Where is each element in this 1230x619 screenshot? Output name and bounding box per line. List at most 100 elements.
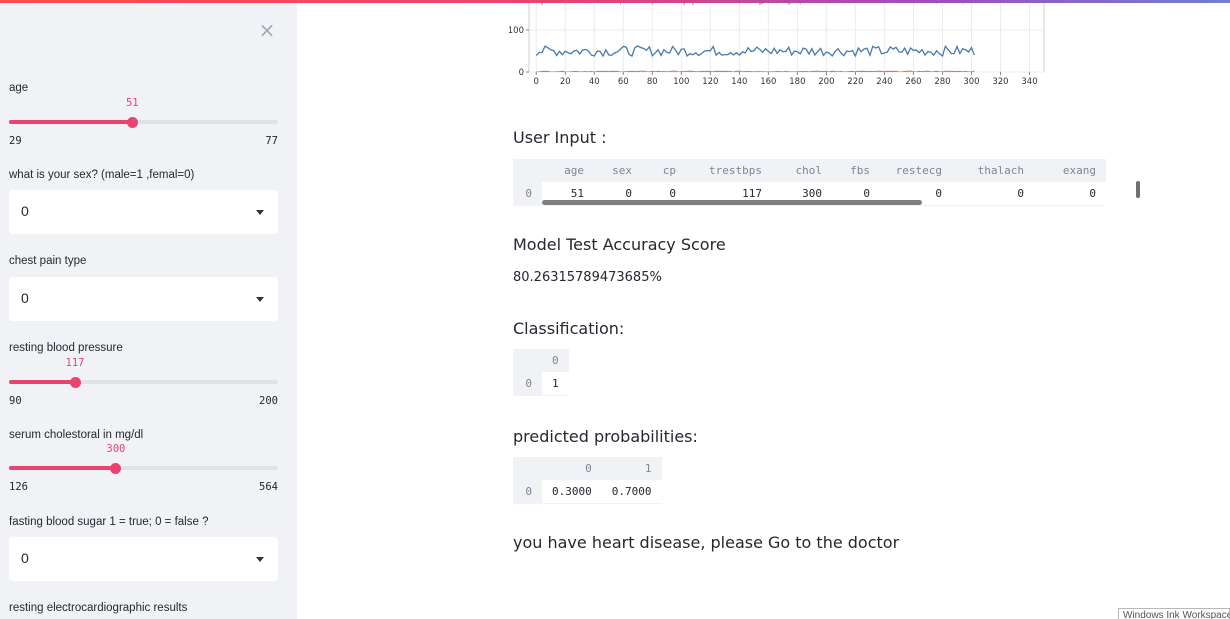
slider-min: 29 xyxy=(9,135,22,147)
y-tick-label: 0 xyxy=(519,68,524,78)
column-header[interactable]: 0 xyxy=(542,349,569,372)
horizontal-scrollbar[interactable] xyxy=(542,200,922,205)
vertical-scrollbar[interactable] xyxy=(1136,181,1140,198)
top-decoration-bar xyxy=(0,0,1230,3)
chest-pain-label: chest pain type xyxy=(9,255,87,267)
accuracy-title: Model Test Accuracy Score xyxy=(513,235,726,254)
chest-pain-select[interactable]: 0 xyxy=(9,277,278,321)
table-cell[interactable]: 0 xyxy=(1034,182,1106,206)
x-tick-label: 60 xyxy=(618,77,629,87)
column-header[interactable]: age xyxy=(542,159,594,182)
x-tick-label: 260 xyxy=(905,77,921,87)
row-index: 0 xyxy=(513,480,542,504)
table-row: 0 0.3000 0.7000 xyxy=(513,480,662,504)
table-cell[interactable]: 0.7000 xyxy=(601,480,662,504)
slider-thumb[interactable] xyxy=(69,377,81,388)
age-label: age xyxy=(9,82,29,94)
chevron-down-icon xyxy=(256,557,264,562)
column-header[interactable]: fbs xyxy=(832,159,880,182)
cholesterol-slider[interactable]: 300 126 564 xyxy=(9,443,278,493)
x-tick-label: 180 xyxy=(789,77,805,87)
plot-area xyxy=(528,0,1045,73)
probabilities-title: predicted probabilities: xyxy=(513,427,698,446)
classification-dataframe[interactable]: 001 xyxy=(513,349,569,396)
accuracy-value: 80.26315789473685% xyxy=(513,270,662,285)
x-tick-label: 240 xyxy=(876,77,892,87)
row-index: 0 xyxy=(513,182,542,206)
slider-thumb[interactable] xyxy=(110,463,122,474)
select-value: 0 xyxy=(21,290,29,306)
classification-table: 001 xyxy=(513,349,569,396)
x-tick-label: 160 xyxy=(760,77,776,87)
fasting-blood-sugar-label: fasting blood sugar 1 = true; 0 = false … xyxy=(9,516,209,528)
table-cell[interactable]: 0.3000 xyxy=(542,480,602,504)
column-header[interactable]: exang xyxy=(1034,159,1106,182)
user-input-title: User Input : xyxy=(513,128,607,147)
user-input-dataframe[interactable]: age sex cp trestbps chol fbs restecg thalach exa… xyxy=(513,159,1141,206)
probabilities-dataframe[interactable]: 0 1 0 0.3000 0.7000 xyxy=(513,457,662,504)
table-cell[interactable]: 0 xyxy=(952,182,1034,206)
fasting-blood-sugar-select[interactable]: 0 xyxy=(9,537,278,581)
column-header[interactable]: chol xyxy=(772,159,832,182)
table-row: 01 xyxy=(513,372,569,396)
x-tick-label: 120 xyxy=(702,77,718,87)
column-header[interactable]: 0 xyxy=(542,457,602,480)
result-message: you have heart disease, please Go to the… xyxy=(513,533,900,552)
x-tick-label: 20 xyxy=(560,77,571,87)
x-tick-label: 140 xyxy=(731,77,747,87)
slider-value: 51 xyxy=(125,97,139,109)
index-header xyxy=(513,349,542,372)
select-value: 0 xyxy=(21,203,29,219)
x-tick-label: 200 xyxy=(818,77,834,87)
sex-select[interactable]: 0 xyxy=(9,190,278,234)
user-input-table: age sex cp trestbps chol fbs restecg thalach exa… xyxy=(513,159,1106,206)
slider-max: 200 xyxy=(259,395,278,407)
x-tick-label: 300 xyxy=(963,77,979,87)
x-tick-label: 80 xyxy=(647,77,658,87)
sex-label: what is your sex? (male=1 ,femal=0) xyxy=(9,169,195,181)
slider-min: 126 xyxy=(9,481,28,493)
slider-thumb[interactable] xyxy=(126,117,138,128)
select-value: 0 xyxy=(21,550,29,566)
x-tick-label: 100 xyxy=(673,77,689,87)
column-header[interactable]: sex xyxy=(594,159,642,182)
classification-title: Classification: xyxy=(513,319,625,338)
x-tick-label: 0 xyxy=(534,77,539,87)
y-tick-label: 100 xyxy=(509,26,524,36)
column-header[interactable]: thalach xyxy=(952,159,1034,182)
line-chart: 0 20 40 60 80 100 120 140 160 180 200 220 240 260 280 3… xyxy=(508,0,1049,92)
x-tick-label: 280 xyxy=(934,77,950,87)
age-slider[interactable]: 51 29 77 xyxy=(9,97,278,147)
index-header xyxy=(513,159,542,182)
column-header[interactable]: 1 xyxy=(601,457,662,480)
x-tick-label: 220 xyxy=(847,77,863,87)
column-header[interactable]: restecg xyxy=(880,159,952,182)
windows-ink-workspace-hint[interactable]: Windows Ink Workspace xyxy=(1118,608,1230,619)
index-header xyxy=(513,457,542,480)
row-index: 0 xyxy=(513,372,542,396)
slider-value: 117 xyxy=(65,357,85,369)
restecg-label: resting electrocardiographic results xyxy=(9,602,188,614)
x-tick-label: 320 xyxy=(992,77,1008,87)
slider-fill xyxy=(9,120,133,124)
column-header[interactable]: trestbps xyxy=(686,159,772,182)
slider-fill xyxy=(9,380,76,384)
chevron-down-icon xyxy=(256,297,264,302)
cholesterol-label: serum cholestoral in mg/dl xyxy=(9,429,144,441)
probabilities-table: 0 1 0 0.3000 0.7000 xyxy=(513,457,662,504)
sidebar: × age 51 29 77 what is your sex? (male=1… xyxy=(0,0,297,619)
close-sidebar-button[interactable]: × xyxy=(258,19,276,41)
column-header[interactable]: cp xyxy=(642,159,686,182)
table-cell[interactable]: 1 xyxy=(542,372,569,396)
chart-svg: 0 20 40 60 80 100 120 140 160 180 200 220 240 260 280 3… xyxy=(508,0,1045,87)
chevron-down-icon xyxy=(256,210,264,215)
slider-value: 300 xyxy=(106,443,126,455)
slider-max: 77 xyxy=(265,135,278,147)
x-tick-label: 340 xyxy=(1021,77,1037,87)
slider-max: 564 xyxy=(259,481,278,493)
slider-fill xyxy=(9,466,116,470)
blood-pressure-label: resting blood pressure xyxy=(9,342,123,354)
blood-pressure-slider[interactable]: 117 90 200 xyxy=(9,357,278,407)
x-tick-label: 40 xyxy=(589,77,600,87)
slider-min: 90 xyxy=(9,395,22,407)
